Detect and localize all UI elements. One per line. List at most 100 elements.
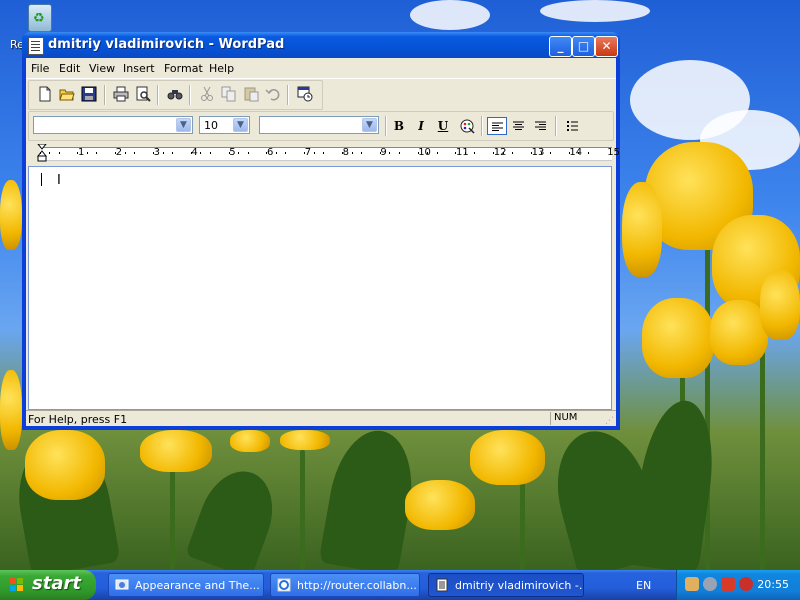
ruler-tick bbox=[77, 152, 79, 154]
title-bar[interactable]: dmitriy vladimirovich - WordPad _ □ ✕ bbox=[22, 32, 620, 58]
taskbar-item-wordpad[interactable]: dmitriy vladimirovich -... bbox=[428, 573, 584, 597]
indent-marker-icon[interactable] bbox=[37, 144, 47, 162]
menu-view[interactable]: View bbox=[89, 62, 115, 75]
menu-help[interactable]: Help bbox=[209, 62, 234, 75]
bold-button[interactable]: B bbox=[389, 117, 409, 135]
ruler-tick bbox=[323, 152, 325, 154]
toolbar-separator bbox=[287, 85, 289, 105]
print-icon[interactable] bbox=[113, 86, 129, 102]
paste-icon[interactable] bbox=[243, 86, 259, 102]
ruler[interactable]: 1 2 3 4 5 6 7 8 9 10 11 12 13 14 15 bbox=[26, 142, 620, 164]
menu-bar: File Edit View Insert Format Help bbox=[26, 58, 616, 79]
cloud bbox=[410, 0, 490, 30]
tulip-stem bbox=[170, 460, 175, 570]
ruler-tick bbox=[49, 152, 51, 154]
tulip bbox=[140, 430, 212, 472]
ruler-mark: 1 bbox=[78, 147, 85, 158]
color-palette-icon[interactable] bbox=[457, 117, 477, 135]
ruler-tick bbox=[96, 152, 98, 154]
toolbar-separator bbox=[104, 85, 106, 105]
new-icon[interactable] bbox=[37, 86, 53, 102]
recycle-arrows-icon: ♻ bbox=[33, 11, 45, 26]
ruler-mark: 10 bbox=[418, 147, 431, 158]
chevron-down-icon[interactable]: ▼ bbox=[362, 118, 377, 132]
standard-toolbar bbox=[28, 80, 323, 110]
taskbar-item-appearance[interactable]: Appearance and The... bbox=[108, 573, 264, 597]
ruler-tick bbox=[417, 152, 419, 154]
security-alert-tray-icon[interactable] bbox=[721, 577, 735, 591]
ruler-tick bbox=[313, 152, 315, 154]
ruler-tick bbox=[39, 152, 41, 154]
ruler-tick bbox=[153, 152, 155, 154]
print-preview-icon[interactable] bbox=[135, 86, 151, 102]
task-label: Appearance and The... bbox=[135, 579, 260, 592]
tulip bbox=[230, 430, 270, 452]
undo-icon[interactable] bbox=[265, 86, 281, 102]
tulip bbox=[642, 298, 714, 378]
start-button[interactable]: start bbox=[0, 570, 96, 600]
find-icon[interactable] bbox=[167, 86, 183, 102]
volume-tray-icon[interactable] bbox=[703, 577, 717, 591]
tulip bbox=[280, 430, 330, 450]
align-right-button[interactable] bbox=[531, 117, 551, 135]
bullets-button[interactable] bbox=[563, 117, 583, 135]
ruler-tick bbox=[134, 152, 136, 154]
taskbar-item-browser[interactable]: http://router.collabn... bbox=[270, 573, 420, 597]
resize-grip-icon[interactable]: ⋰ bbox=[605, 416, 614, 426]
ruler-tick bbox=[351, 152, 353, 154]
script-combo[interactable]: ▼ bbox=[259, 116, 379, 134]
antivirus-tray-icon[interactable] bbox=[739, 577, 753, 591]
ruler-tick bbox=[200, 152, 202, 154]
ruler-tick bbox=[360, 152, 362, 154]
ruler-mark: 8 bbox=[342, 147, 349, 158]
maximize-button[interactable]: □ bbox=[572, 36, 595, 57]
ruler-tick bbox=[512, 152, 514, 154]
ruler-mark: 6 bbox=[267, 147, 274, 158]
align-left-icon bbox=[492, 122, 503, 131]
document-editor[interactable]: I bbox=[28, 166, 612, 410]
chevron-down-icon[interactable]: ▼ bbox=[176, 118, 191, 132]
language-indicator[interactable]: EN bbox=[636, 579, 651, 592]
open-icon[interactable] bbox=[59, 86, 75, 102]
ruler-tick bbox=[190, 152, 192, 154]
save-icon[interactable] bbox=[81, 86, 97, 102]
datetime-icon[interactable] bbox=[297, 86, 313, 102]
ibeam-cursor-icon: I bbox=[57, 173, 61, 188]
menu-edit[interactable]: Edit bbox=[59, 62, 80, 75]
menu-insert[interactable]: Insert bbox=[123, 62, 155, 75]
tulip-stem bbox=[300, 450, 305, 570]
font-size-combo[interactable]: 10 ▼ bbox=[199, 116, 250, 134]
minimize-button[interactable]: _ bbox=[549, 36, 572, 57]
align-left-button[interactable] bbox=[487, 117, 507, 135]
underline-button[interactable]: U bbox=[433, 117, 453, 135]
chevron-down-icon[interactable]: ▼ bbox=[233, 118, 248, 132]
cloud bbox=[540, 0, 650, 22]
align-right-icon bbox=[535, 121, 546, 130]
network-tray-icon[interactable] bbox=[685, 577, 699, 591]
clock[interactable]: 20:55 bbox=[757, 578, 789, 591]
italic-button[interactable]: I bbox=[411, 117, 431, 135]
wordpad-app-icon[interactable] bbox=[28, 37, 44, 55]
font-name-combo[interactable]: ▼ bbox=[33, 116, 193, 134]
close-button[interactable]: ✕ bbox=[595, 36, 618, 57]
align-center-icon bbox=[513, 121, 524, 130]
copy-icon[interactable] bbox=[221, 86, 237, 102]
ruler-tick bbox=[304, 152, 306, 154]
status-bar: For Help, press F1 NUM ⋰ bbox=[26, 410, 616, 427]
ruler-mark: 2 bbox=[115, 147, 123, 158]
ruler-tick bbox=[285, 152, 287, 154]
menu-file[interactable]: File bbox=[31, 62, 49, 75]
ruler-tick bbox=[389, 152, 391, 154]
tulip bbox=[760, 270, 800, 340]
ruler-mark: 3 bbox=[153, 147, 160, 158]
cut-icon[interactable] bbox=[199, 86, 215, 102]
tulip bbox=[0, 180, 22, 250]
recycle-bin-desktop-icon[interactable]: ♻ bbox=[22, 2, 56, 32]
window-client-area: File Edit View Insert Format Help ▼ 10 ▼… bbox=[26, 58, 620, 427]
menu-format[interactable]: Format bbox=[164, 62, 203, 75]
align-center-button[interactable] bbox=[509, 117, 529, 135]
taskbar: start Appearance and The... http://route… bbox=[0, 570, 800, 600]
wordpad-icon bbox=[436, 578, 448, 592]
ruler-tick bbox=[58, 152, 60, 154]
ruler-mark: 5 bbox=[229, 147, 236, 158]
